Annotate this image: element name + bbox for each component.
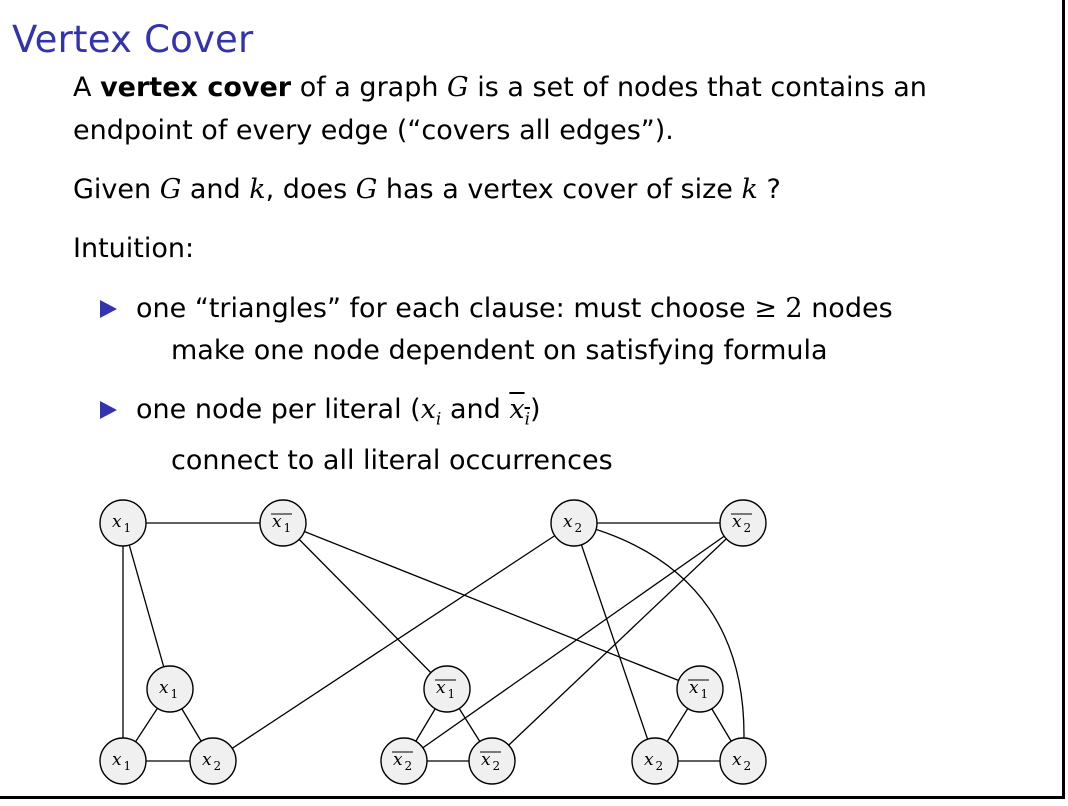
graph-node-top-notx2: x2 xyxy=(719,499,767,547)
graph-node-top-x1: x1 xyxy=(99,499,147,547)
graph-edge xyxy=(403,522,744,762)
node-subscript: 1 xyxy=(171,687,179,701)
node-subscript: 1 xyxy=(448,687,456,701)
graph-edge xyxy=(491,522,744,762)
node-subscript: 1 xyxy=(124,759,132,773)
node-variable: x xyxy=(159,678,169,698)
node-variable: x xyxy=(732,750,742,770)
graph-edge xyxy=(282,522,701,690)
node-variable: x xyxy=(112,512,122,532)
node-subscript: 2 xyxy=(656,759,664,773)
reduction-graph: x 1 x 1 x 2 x 2x 1x 1 x 2x 1x 2 x 2x 1x 2 x 2 xyxy=(99,499,767,785)
graph-node-c1-right: x2 xyxy=(189,737,237,785)
graph-edge xyxy=(212,522,575,762)
node-variable: x xyxy=(563,512,573,532)
graph-edge xyxy=(282,522,448,690)
graph-node-c3-right: x2 xyxy=(719,737,767,785)
node-subscript: 1 xyxy=(124,521,132,535)
node-variable: x xyxy=(202,750,212,770)
node-subscript: 2 xyxy=(744,521,752,535)
graph-node-c2-right: x2 xyxy=(468,737,516,785)
graph-node-c2-left: x2 xyxy=(380,737,428,785)
node-variable: x xyxy=(732,512,742,532)
node-variable: x xyxy=(436,678,446,698)
graph-edges xyxy=(122,522,745,762)
graph-node-top-notx1: x1 xyxy=(259,499,307,547)
node-subscript: 2 xyxy=(493,759,501,773)
graph-edge xyxy=(573,522,656,762)
graph-node-top-x2: x2 xyxy=(550,499,598,547)
graph-node-c2-top: x1 xyxy=(423,665,471,713)
node-subscript: 2 xyxy=(214,759,222,773)
graph-node-c1-top: x1 xyxy=(146,665,194,713)
node-subscript: 2 xyxy=(744,759,752,773)
node-variable: x xyxy=(644,750,654,770)
node-variable: x xyxy=(272,512,282,532)
node-subscript: 2 xyxy=(405,759,413,773)
node-variable: x xyxy=(112,750,122,770)
graph-node-c1-left: x1 xyxy=(99,737,147,785)
graph-edge xyxy=(122,522,171,690)
node-variable: x xyxy=(393,750,403,770)
graph-node-c3-top: x1 xyxy=(676,665,724,713)
node-variable: x xyxy=(689,678,699,698)
graph-node-c3-left: x2 xyxy=(631,737,679,785)
node-subscript: 1 xyxy=(701,687,709,701)
graph-edge xyxy=(573,522,745,762)
node-subscript: 2 xyxy=(575,521,583,535)
node-subscript: 1 xyxy=(284,521,292,535)
node-variable: x xyxy=(481,750,491,770)
